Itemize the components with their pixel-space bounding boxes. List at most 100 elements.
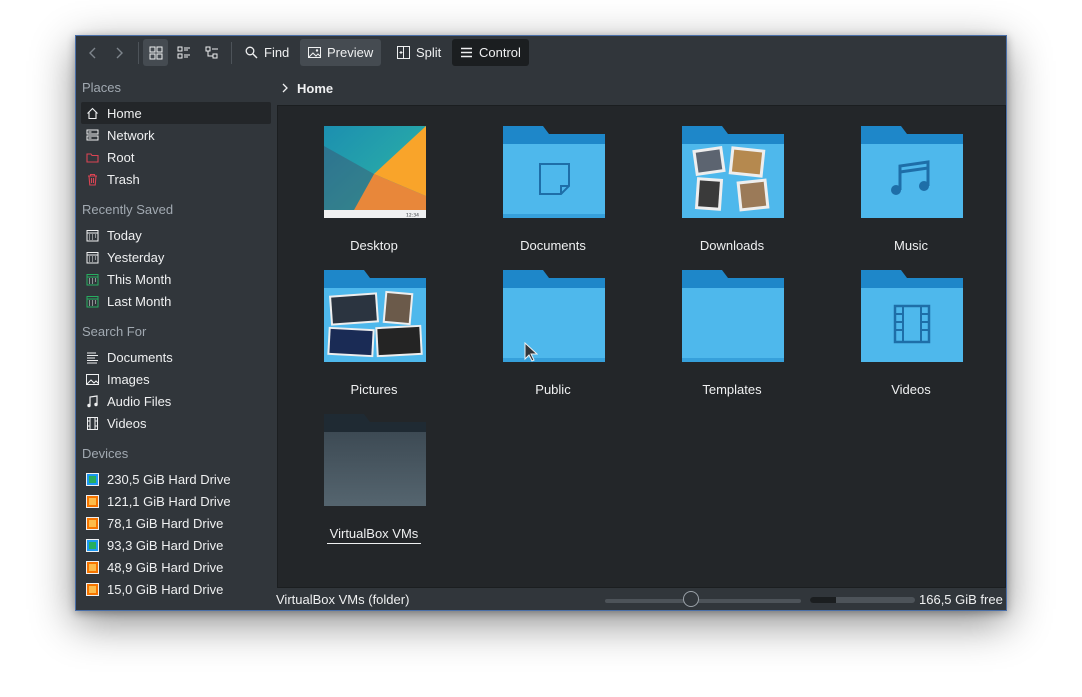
icons-view-icon (149, 46, 162, 59)
file-name: Music (894, 238, 928, 253)
sidebar-item-today[interactable]: Today (81, 224, 271, 246)
zoom-slider-handle[interactable] (683, 591, 700, 607)
sidebar-item-label: Videos (107, 415, 147, 431)
status-selection-text: VirtualBox VMs (folder) (276, 592, 410, 607)
places-panel: Places Home Network Root Trash Recently … (76, 76, 276, 611)
desktop-preview-thumbnail: 12:34 (324, 126, 426, 218)
sidebar-item-root[interactable]: Root (81, 146, 271, 168)
forward-button[interactable] (110, 39, 128, 66)
file-item-virtualbox-vms[interactable]: VirtualBox VMs (294, 414, 454, 544)
hard-drive-icon (85, 560, 99, 574)
search-icon (245, 46, 258, 59)
control-label: Control (479, 45, 521, 60)
sidebar-item-images[interactable]: Images (81, 368, 271, 390)
sidebar-item-label: Trash (107, 171, 140, 187)
file-item-desktop[interactable]: 12:34 Desktop (294, 126, 454, 256)
file-view[interactable]: 12:34 Desktop Documents Downloads Music … (277, 105, 1006, 588)
file-name: Downloads (699, 238, 765, 253)
toolbar-separator (138, 42, 139, 64)
dolphin-window: Find Preview Split Control Places Home N… (75, 35, 1007, 611)
hard-drive-icon (85, 538, 99, 552)
file-name: Templates (702, 382, 762, 397)
preview-button[interactable]: Preview (300, 39, 382, 66)
document-icon (85, 350, 99, 364)
video-icon (85, 416, 99, 430)
file-item-downloads[interactable]: Downloads (652, 126, 812, 256)
file-name: Pictures (350, 382, 398, 397)
sidebar-item-label: 78,1 GiB Hard Drive (107, 515, 224, 531)
mouse-cursor-icon (524, 342, 538, 362)
chevron-left-icon (89, 47, 96, 58)
sidebar-item-label: 230,5 GiB Hard Drive (107, 471, 231, 487)
preview-label: Preview (327, 45, 374, 60)
file-name: Public (535, 382, 571, 397)
calendar-icon (85, 228, 99, 242)
folder-photos-preview (682, 126, 784, 218)
calendar-icon (85, 294, 99, 308)
file-item-documents[interactable]: Documents (473, 126, 633, 256)
file-item-pictures[interactable]: Pictures (294, 270, 454, 400)
details-view-icon (205, 46, 218, 58)
section-title-devices: Devices (82, 446, 129, 461)
sidebar-item-videos[interactable]: Videos (81, 412, 271, 434)
back-button[interactable] (84, 39, 102, 66)
sidebar-item-label: Network (107, 127, 155, 143)
sidebar-item-device[interactable]: 78,1 GiB Hard Drive (81, 512, 271, 534)
control-button[interactable]: Control (452, 39, 529, 66)
sidebar-item-label: 121,1 GiB Hard Drive (107, 493, 231, 509)
sidebar-item-label: Root (107, 149, 135, 165)
sidebar-item-label: Documents (107, 349, 173, 365)
file-item-music[interactable]: Music (831, 126, 991, 256)
sidebar-item-label: 93,3 GiB Hard Drive (107, 537, 224, 553)
sidebar-item-label: Yesterday (107, 249, 165, 265)
breadcrumb: Home (281, 80, 333, 96)
icons-view-button[interactable] (143, 39, 168, 66)
sidebar-item-label: Images (107, 371, 150, 387)
hard-drive-icon (85, 494, 99, 508)
sidebar-item-label: 48,9 GiB Hard Drive (107, 559, 224, 575)
details-view-button[interactable] (199, 39, 224, 66)
preview-icon (308, 47, 321, 58)
compact-view-button[interactable] (171, 39, 196, 66)
file-item-videos[interactable]: Videos (831, 270, 991, 400)
sidebar-item-device[interactable]: 48,9 GiB Hard Drive (81, 556, 271, 578)
sidebar-item-last-month[interactable]: Last Month (81, 290, 271, 312)
section-title-search-for: Search For (82, 324, 147, 339)
zoom-slider[interactable] (605, 599, 801, 603)
split-label: Split (416, 45, 442, 60)
toolbar: Find Preview Split Control (76, 36, 1006, 70)
toolbar-separator (231, 42, 232, 64)
file-item-public[interactable]: Public (473, 270, 633, 400)
sidebar-item-label: Today (107, 227, 142, 243)
file-name: Desktop (350, 238, 398, 253)
sidebar-item-label: This Month (107, 271, 172, 287)
sidebar-item-audio-files[interactable]: Audio Files (81, 390, 271, 412)
folder-music-icon (861, 126, 963, 218)
split-button[interactable]: Split (389, 39, 449, 66)
sidebar-item-yesterday[interactable]: Yesterday (81, 246, 271, 268)
breadcrumb-home[interactable]: Home (297, 81, 333, 96)
sidebar-item-device[interactable]: 230,5 GiB Hard Drive (81, 468, 271, 490)
sidebar-item-this-month[interactable]: This Month (81, 268, 271, 290)
status-bar: VirtualBox VMs (folder) 166,5 GiB free (76, 588, 1006, 610)
sidebar-item-home[interactable]: Home (81, 102, 271, 124)
calendar-icon (85, 272, 99, 286)
svg-text:12:34: 12:34 (406, 213, 419, 219)
sidebar-item-device[interactable]: 93,3 GiB Hard Drive (81, 534, 271, 556)
sidebar-item-network[interactable]: Network (81, 124, 271, 146)
file-item-templates[interactable]: Templates (652, 270, 812, 400)
sidebar-item-trash[interactable]: Trash (81, 168, 271, 190)
folder-videos-icon (861, 270, 963, 362)
find-button[interactable]: Find (237, 39, 297, 66)
sidebar-item-documents[interactable]: Documents (81, 346, 271, 368)
folder-documents-icon (503, 126, 605, 218)
free-space-label: 166,5 GiB free (919, 592, 1003, 607)
file-name: VirtualBox VMs (294, 524, 454, 544)
sidebar-item-label: Last Month (107, 293, 172, 309)
trash-icon (85, 172, 99, 186)
chevron-right-icon[interactable] (281, 82, 289, 94)
folder-icon (503, 270, 605, 362)
sidebar-item-device[interactable]: 121,1 GiB Hard Drive (81, 490, 271, 512)
chevron-right-icon (116, 47, 123, 58)
image-icon (85, 372, 99, 386)
